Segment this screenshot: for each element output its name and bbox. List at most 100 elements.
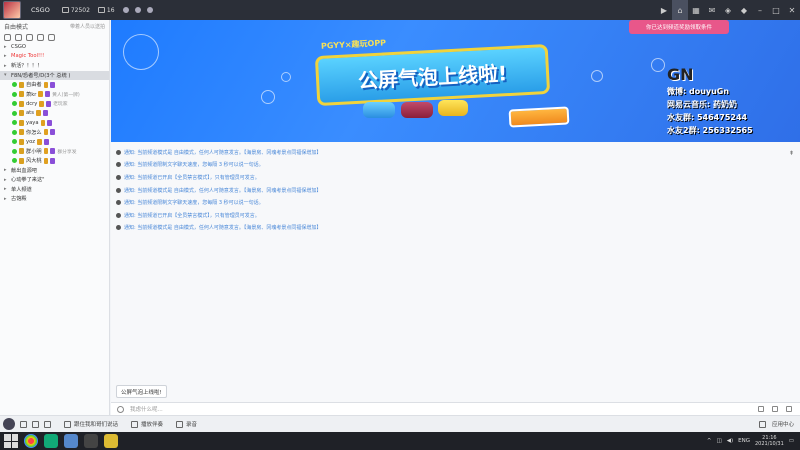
- notification-icon[interactable]: ▭: [789, 438, 794, 444]
- info-icon: [116, 187, 121, 193]
- status-item-accompany[interactable]: 播放伴奏: [126, 420, 163, 428]
- mic-icon: [19, 138, 24, 145]
- reward-notification[interactable]: 你已达到频道奖励领取条件: [629, 20, 729, 34]
- user-item[interactable]: 萧kr 黄人(第一牌): [0, 90, 109, 100]
- grid-icon[interactable]: ▦: [688, 0, 704, 20]
- status-item-speak[interactable]: 跟住我和哥们说话: [59, 420, 118, 428]
- user-tag: 老玩家: [53, 102, 68, 108]
- app-center-link[interactable]: 应用中心: [772, 420, 794, 428]
- bubble-promo-chip[interactable]: 公屏气泡上线啦!: [116, 385, 167, 398]
- app-icon[interactable]: [44, 434, 58, 448]
- play-icon[interactable]: ▶: [656, 0, 672, 20]
- status-dot-icon: [12, 101, 17, 107]
- streamer-line: 水友2群: 256332565: [667, 126, 753, 135]
- minimize-icon[interactable]: –: [752, 0, 768, 20]
- app-icon[interactable]: [104, 434, 118, 448]
- star-icon[interactable]: [122, 7, 129, 13]
- chevron-icon: ▸: [4, 43, 7, 50]
- channel-item[interactable]: ▸ 新活？！！！: [0, 61, 109, 71]
- room-avatar[interactable]: [3, 1, 21, 19]
- message-text: 通知: 当前频道已开启【全员禁言模式】，只有管理员可发言。: [124, 174, 260, 181]
- user-item[interactable]: yaya: [0, 118, 109, 128]
- bubble-decoration: [261, 90, 275, 104]
- badge-icon: [43, 81, 49, 88]
- channel-item[interactable]: ▸ 心动拳了来这": [0, 175, 109, 185]
- bubble-icon[interactable]: [772, 406, 778, 412]
- channel-item[interactable]: ▸ 单人频道: [0, 185, 109, 195]
- speaker-icon[interactable]: [20, 420, 27, 428]
- clock[interactable]: 21:16 2021/10/31: [755, 435, 784, 447]
- user-item[interactable]: ats: [0, 109, 109, 119]
- channel-item[interactable]: ▸ Magic Tool!!!: [0, 52, 109, 62]
- bubble-style-red: [401, 102, 433, 118]
- info-icon: [116, 212, 121, 218]
- channel-item[interactable]: ▸ CSGO: [0, 42, 109, 52]
- chat-message: 通知: 当前频道模式是 自由模式，任何人可随意发言。【海景房、冈魂考景点同福保增…: [111, 146, 800, 159]
- user-name: 萧kr: [26, 91, 37, 98]
- input-tools: [758, 406, 800, 412]
- list-icon[interactable]: [37, 33, 44, 41]
- chat-input[interactable]: 我虑什么呢...: [130, 405, 163, 413]
- channel-item[interactable]: ▸ 献出血源吧: [0, 166, 109, 176]
- channel-item[interactable]: ▾ F8N/恐者号/D(3个 总统 ): [0, 70, 109, 80]
- streamer-line: 微博: douyuGn: [667, 87, 730, 96]
- user-name: 你怎么: [26, 129, 42, 136]
- user-name: ats: [26, 110, 34, 117]
- emoji-icon[interactable]: [117, 405, 124, 413]
- settings-icon[interactable]: [146, 7, 153, 13]
- game-icon[interactable]: ◈: [720, 0, 736, 20]
- badge-icon: [43, 157, 49, 164]
- id-icon: [61, 7, 69, 13]
- app-icon[interactable]: [84, 434, 98, 448]
- app-icon[interactable]: [64, 434, 78, 448]
- user-item[interactable]: 你怎么: [0, 128, 109, 138]
- user-item[interactable]: dcry 老玩家: [0, 99, 109, 109]
- search-icon[interactable]: [48, 33, 55, 41]
- shirt-icon[interactable]: ◆: [736, 0, 752, 20]
- channel-banner[interactable]: PGYY×趣玩OPP 公屏气泡上线啦! 你已达到频道奖励领取条件 GN 微博: …: [111, 20, 800, 142]
- status-item-record[interactable]: 录音: [171, 420, 197, 428]
- badge-icon: [40, 119, 46, 126]
- room-id-text: 72502: [70, 6, 90, 14]
- channel-label: 心动拳了来这": [11, 177, 45, 184]
- info-icon: [116, 200, 121, 206]
- chat-input-bar[interactable]: 我虑什么呢...: [111, 402, 800, 415]
- user-item[interactable]: yoz: [0, 137, 109, 147]
- mic-icon[interactable]: [32, 420, 39, 428]
- badge-icon: [47, 119, 53, 126]
- volume-icon[interactable]: ◀): [727, 438, 733, 444]
- channel-item[interactable]: ▸ 古馆殿: [0, 194, 109, 204]
- mixer-icon[interactable]: [44, 420, 51, 428]
- location-icon[interactable]: [26, 33, 33, 41]
- start-icon[interactable]: [4, 434, 18, 448]
- maximize-icon[interactable]: □: [768, 0, 784, 20]
- tray-chevron-icon[interactable]: ^: [707, 438, 712, 444]
- streamer-info: 微博: douyuGn 网易云音乐: 药奶奶 水友群: 546475244 水友…: [667, 85, 753, 137]
- add-icon[interactable]: [4, 33, 11, 41]
- channel-sidebar: 自由模式 带着人员以送拍 ▸ CSGO ▸ Magic Tool!!! ▸ 新活？！！！ ▾…: [0, 20, 110, 415]
- status-dot-icon: [12, 158, 17, 164]
- language-indicator[interactable]: ENG: [738, 438, 750, 444]
- share-icon[interactable]: [134, 7, 141, 13]
- streamer-line: 网易云音乐: 药奶奶: [667, 100, 737, 109]
- close-icon[interactable]: ✕: [784, 0, 800, 20]
- user-item[interactable]: 自由者: [0, 80, 109, 90]
- grid-icon[interactable]: [758, 420, 766, 428]
- mail-icon[interactable]: ✉: [704, 0, 720, 20]
- chevron-icon: ▸: [4, 186, 7, 193]
- send-icon[interactable]: [758, 406, 764, 412]
- channel-label: Magic Tool!!!: [11, 53, 45, 60]
- status-dot-icon: [12, 82, 17, 88]
- message-text: 通知: 当前频道已开启【全员禁言模式】，只有管理员可发言。: [124, 212, 260, 219]
- my-avatar[interactable]: [3, 418, 15, 430]
- more-icon[interactable]: [786, 406, 792, 412]
- chrome-icon[interactable]: [24, 434, 38, 448]
- main-area: PGYY×趣玩OPP 公屏气泡上线啦! 你已达到频道奖励领取条件 GN 微博: …: [111, 20, 800, 415]
- user-item[interactable]: 风大桃: [0, 156, 109, 166]
- network-icon[interactable]: ◫: [717, 438, 722, 444]
- user-item[interactable]: 群小明 群分享发: [0, 147, 109, 157]
- music-icon: [131, 420, 139, 428]
- home-icon[interactable]: ⌂: [672, 0, 688, 20]
- badge-icon: [36, 138, 42, 145]
- user-manage-icon[interactable]: [15, 33, 22, 41]
